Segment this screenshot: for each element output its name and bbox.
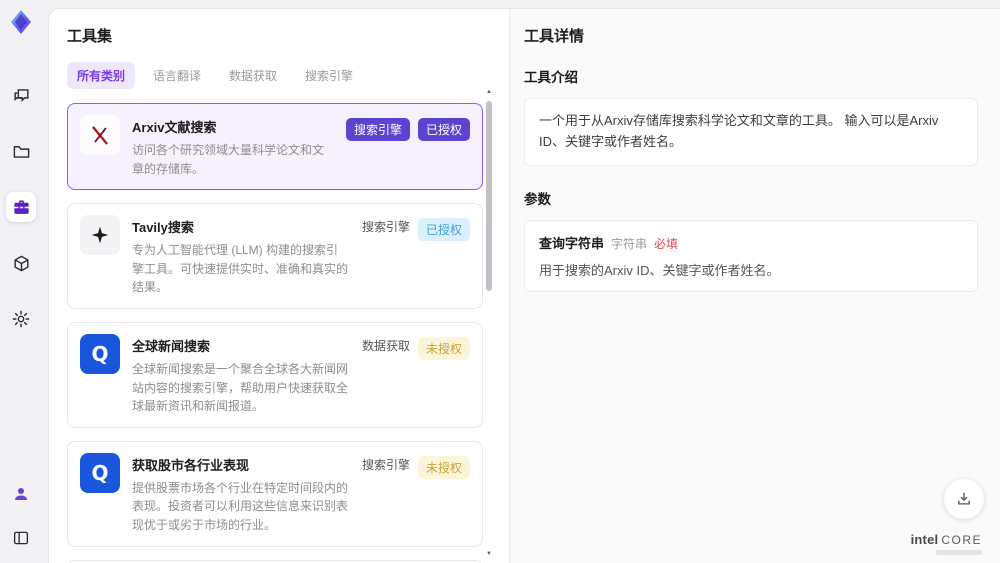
scroll-down-arrow[interactable]: ▼ — [485, 551, 493, 557]
tool-card-arxiv[interactable]: Arxiv文献搜索 访问各个研究领域大量科学论文和文章的存储库。 搜索引擎 已授… — [67, 103, 483, 191]
status-badge: 已授权 — [417, 218, 470, 242]
tool-card-sector-performance[interactable]: Q 获取股市各行业表现 提供股票市场各个行业在特定时间段内的表现。投资者可以利用… — [67, 440, 483, 547]
status-badge: 未授权 — [417, 455, 470, 479]
chat-icon[interactable] — [6, 80, 36, 110]
intro-text: 一个用于从Arxiv存储库搜索科学论文和文章的工具。 输入可以是Arxiv ID… — [539, 113, 939, 149]
scroll-up-arrow[interactable]: ▲ — [485, 89, 493, 95]
tool-name: 获取股市各行业表现 — [132, 457, 250, 473]
main-panel: 工具集 所有类别 语言翻译 数据获取 搜索引擎 Arxiv文献搜索 访问各个研究… — [48, 8, 1000, 563]
param-required-badge: 必填 — [654, 236, 679, 251]
q-logo-icon: Q — [80, 333, 120, 374]
param-name: 查询字符串 — [539, 235, 605, 251]
tool-card-active-stocks[interactable]: Q 获取市场最活跃股票信息 提供当天交易量最高的股票列表，投资者可以利用这些信息… — [67, 559, 483, 563]
param-type: 字符串 — [611, 236, 648, 251]
param-desc: 用于搜索的Arxiv ID、关键字或作者姓名。 — [539, 262, 780, 278]
detail-title: 工具详情 — [524, 28, 585, 45]
intel-core-logo: intel CORE — [910, 531, 982, 555]
gear-icon[interactable] — [6, 304, 36, 334]
category-badge: 搜索引擎 — [345, 118, 410, 141]
list-scrollbar[interactable]: ▲ ▼ — [485, 89, 493, 557]
tool-desc: 全球新闻搜索是一个聚合全球各大新闻网站内容的搜索引擎，帮助用户快速获取全球最新资… — [132, 361, 349, 414]
tool-list-panel: 工具集 所有类别 语言翻译 数据获取 搜索引擎 Arxiv文献搜索 访问各个研究… — [49, 9, 509, 563]
intro-box: 一个用于从Arxiv存储库搜索科学论文和文章的工具。 输入可以是Arxiv ID… — [524, 98, 978, 166]
status-badge: 已授权 — [417, 118, 470, 141]
params-section-label: 参数 — [524, 191, 551, 207]
download-icon — [958, 492, 970, 505]
account-icon[interactable] — [6, 479, 36, 509]
folder-icon[interactable] — [6, 136, 36, 166]
category-label: 数据获取 — [361, 338, 410, 353]
tool-name: Tavily搜索 — [132, 220, 194, 236]
q-logo-icon: Q — [80, 452, 120, 493]
param-box: 查询字符串 字符串 必填 用于搜索的Arxiv ID、关键字或作者姓名。 — [524, 219, 978, 292]
intel-wordmark: intel — [910, 531, 939, 547]
tool-desc: 访问各个研究领域大量科学论文和文章的存储库。 — [132, 143, 325, 176]
tool-card-global-news[interactable]: Q 全球新闻搜索 全球新闻搜索是一个聚合全球各大新闻网站内容的搜索引擎，帮助用户… — [67, 321, 483, 428]
four-point-star-icon — [80, 215, 120, 256]
core-wordmark: CORE — [941, 532, 982, 547]
arxiv-icon — [80, 115, 120, 155]
tool-desc: 提供股票市场各个行业在特定时间段内的表现。投资者可以利用这些信息来识别表现优于或… — [132, 480, 349, 532]
download-button[interactable] — [944, 479, 984, 519]
app-logo[interactable] — [7, 8, 35, 36]
tool-desc: 专为人工智能代理 (LLM) 构建的搜索引擎工具。可快速提供实时、准确和真实的结… — [132, 243, 349, 295]
toolbox-icon[interactable] — [6, 192, 36, 222]
tab-search-engine[interactable]: 搜索引擎 — [295, 62, 363, 89]
tab-data-fetching[interactable]: 数据获取 — [219, 62, 287, 89]
category-label: 搜索引擎 — [361, 457, 410, 472]
tool-card-tavily[interactable]: Tavily搜索 专为人工智能代理 (LLM) 构建的搜索引擎工具。可快速提供实… — [67, 203, 483, 309]
tool-name: 全球新闻搜索 — [132, 338, 211, 354]
tool-detail-panel: 工具详情 工具介绍 一个用于从Arxiv存储库搜索科学论文和文章的工具。 输入可… — [509, 9, 1000, 563]
intro-section-label: 工具介绍 — [524, 70, 578, 85]
scrollbar-thumb[interactable] — [486, 101, 492, 291]
category-label: 搜索引擎 — [361, 220, 410, 235]
cube-icon[interactable] — [6, 248, 36, 278]
collapse-panel-icon[interactable] — [6, 523, 36, 553]
status-badge: 未授权 — [417, 336, 470, 360]
tab-language-translation[interactable]: 语言翻译 — [143, 62, 211, 89]
tool-name: Arxiv文献搜索 — [132, 120, 217, 135]
brand-subline — [936, 550, 982, 555]
tool-card-list: Arxiv文献搜索 访问各个研究领域大量科学论文和文章的存储库。 搜索引擎 已授… — [67, 103, 483, 563]
category-tabs: 所有类别 语言翻译 数据获取 搜索引擎 — [67, 62, 483, 89]
tab-all-categories[interactable]: 所有类别 — [67, 62, 136, 89]
page-title: 工具集 — [67, 28, 113, 45]
sidebar — [0, 0, 42, 563]
